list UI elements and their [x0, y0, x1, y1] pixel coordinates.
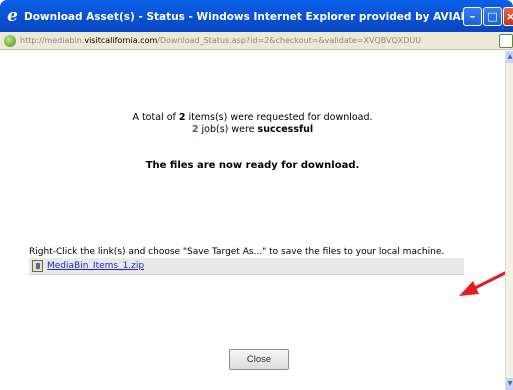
url-domain: visitcalifornia.com [84, 36, 158, 45]
download-instructions: Right-Click the link(s) and choose "Save… [29, 247, 445, 257]
ready-message: The files are now ready for download. [145, 160, 360, 171]
vertical-scrollbar[interactable]: ▲ ▼ [505, 51, 513, 390]
download-link-row: MediaBin_Items_1.zip [29, 258, 464, 275]
request-summary: A total of 2 items(s) were requested for… [132, 112, 373, 123]
internet-explorer-icon: e [7, 6, 18, 26]
scroll-down-icon[interactable]: ▼ [506, 378, 513, 390]
success-summary: 2 job(s) were successful [191, 124, 314, 135]
close-button[interactable]: Close [229, 349, 289, 370]
success-word: successful [257, 124, 314, 135]
address-url[interactable]: http://mediabin.visitcalifornia.com/Down… [20, 34, 421, 48]
minimize-button[interactable]: – [463, 7, 482, 26]
page-status-icon[interactable] [499, 34, 513, 48]
total-count: 2 [178, 112, 186, 123]
window-title: Download Asset(s) - Status - Windows Int… [24, 11, 464, 23]
zip-file-icon [32, 260, 43, 272]
window-titlebar[interactable]: e Download Asset(s) - Status - Windows I… [0, 0, 513, 32]
scroll-up-icon[interactable]: ▲ [506, 51, 513, 63]
close-window-button[interactable]: × [503, 7, 513, 26]
download-zip-link[interactable]: MediaBin_Items_1.zip [47, 260, 144, 273]
page-content: A total of 2 items(s) were requested for… [0, 51, 513, 390]
site-globe-icon [4, 35, 16, 47]
address-bar[interactable]: http://mediabin.visitcalifornia.com/Down… [0, 32, 513, 50]
maximize-button[interactable]: □ [483, 7, 502, 26]
